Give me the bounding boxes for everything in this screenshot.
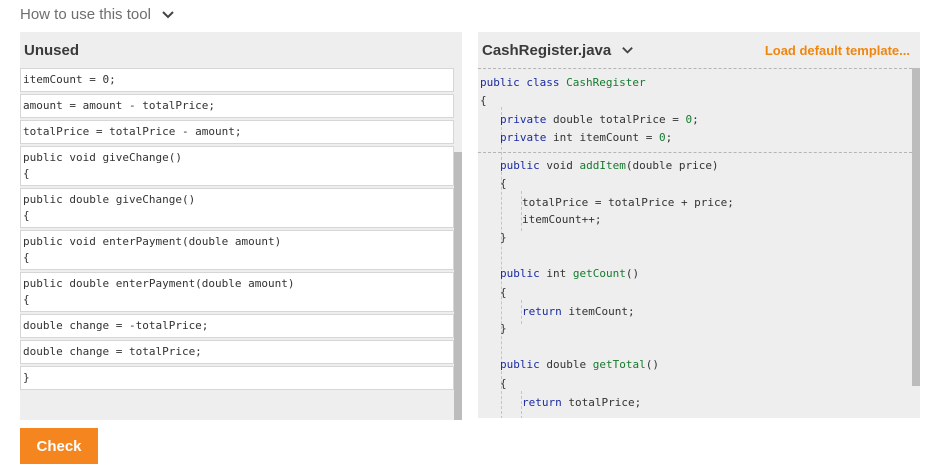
- code-scrollbar[interactable]: [912, 68, 920, 386]
- code-text: amount = amount - totalPrice;: [23, 99, 216, 112]
- code-line[interactable]: public double getTotal(): [500, 357, 659, 373]
- code-drop-area[interactable]: public class CashRegister { private doub…: [478, 68, 912, 418]
- code-block[interactable]: double change = totalPrice;: [20, 340, 454, 364]
- code-line[interactable]: private int itemCount = 0;: [500, 130, 672, 146]
- code-line[interactable]: {: [500, 176, 507, 192]
- code-text: totalPrice = totalPrice - amount;: [23, 125, 242, 138]
- code-text: double change = -totalPrice;: [23, 319, 209, 332]
- code-block[interactable]: public double giveChange() {: [20, 188, 454, 228]
- chevron-down-icon: [162, 10, 174, 18]
- code-block[interactable]: }: [20, 366, 454, 390]
- code-text: public void giveChange(): [23, 151, 182, 164]
- code-block[interactable]: public double enterPayment(double amount…: [20, 272, 454, 312]
- code-line[interactable]: {: [500, 376, 507, 392]
- code-block[interactable]: double change = -totalPrice;: [20, 314, 454, 338]
- code-line[interactable]: {: [480, 93, 487, 109]
- code-line[interactable]: }: [500, 321, 507, 337]
- code-block[interactable]: public void enterPayment(double amount) {: [20, 230, 454, 270]
- code-block[interactable]: public void giveChange() {: [20, 146, 454, 186]
- block-separator: [478, 152, 912, 153]
- code-text: {: [23, 209, 30, 222]
- unused-title: Unused: [24, 41, 80, 59]
- check-button[interactable]: Check: [20, 428, 98, 464]
- code-text: public double giveChange(): [23, 193, 196, 206]
- how-to-use-toggle[interactable]: How to use this tool: [20, 6, 175, 23]
- code-line[interactable]: }: [500, 230, 507, 246]
- how-to-use-label: How to use this tool: [20, 6, 151, 23]
- unused-block-list: itemCount = 0; amount = amount - totalPr…: [20, 68, 454, 420]
- code-header: CashRegister.java Load default template.…: [478, 32, 920, 68]
- file-select[interactable]: CashRegister.java: [482, 42, 634, 59]
- unused-panel: Unused itemCount = 0; amount = amount - …: [20, 32, 462, 420]
- code-line[interactable]: private double totalPrice = 0;: [500, 112, 699, 128]
- code-line[interactable]: return itemCount;: [522, 304, 635, 320]
- code-line[interactable]: public class CashRegister: [480, 75, 646, 91]
- chevron-down-icon: [622, 46, 634, 54]
- code-line[interactable]: itemCount++;: [522, 212, 601, 228]
- code-block[interactable]: itemCount = 0;: [20, 68, 454, 92]
- code-line[interactable]: {: [500, 285, 507, 301]
- code-line[interactable]: public void addItem(double price): [500, 158, 719, 174]
- code-text: {: [23, 251, 30, 264]
- code-line[interactable]: return totalPrice;: [522, 395, 641, 411]
- code-text: double change = totalPrice;: [23, 345, 202, 358]
- code-line[interactable]: totalPrice = totalPrice + price;: [522, 195, 734, 211]
- file-name: CashRegister.java: [482, 41, 612, 59]
- code-text: public void enterPayment(double amount): [23, 235, 282, 248]
- unused-scrollbar[interactable]: [454, 152, 462, 420]
- code-block[interactable]: totalPrice = totalPrice - amount;: [20, 120, 454, 144]
- code-text: itemCount = 0;: [23, 73, 116, 86]
- code-text: public double enterPayment(double amount…: [23, 277, 295, 290]
- load-template-link[interactable]: Load default template...: [765, 43, 910, 58]
- code-line[interactable]: public int getCount(): [500, 266, 639, 282]
- code-text: }: [23, 371, 30, 384]
- code-text: {: [23, 293, 30, 306]
- code-block[interactable]: amount = amount - totalPrice;: [20, 94, 454, 118]
- code-panel: CashRegister.java Load default template.…: [478, 32, 920, 418]
- code-text: {: [23, 167, 30, 180]
